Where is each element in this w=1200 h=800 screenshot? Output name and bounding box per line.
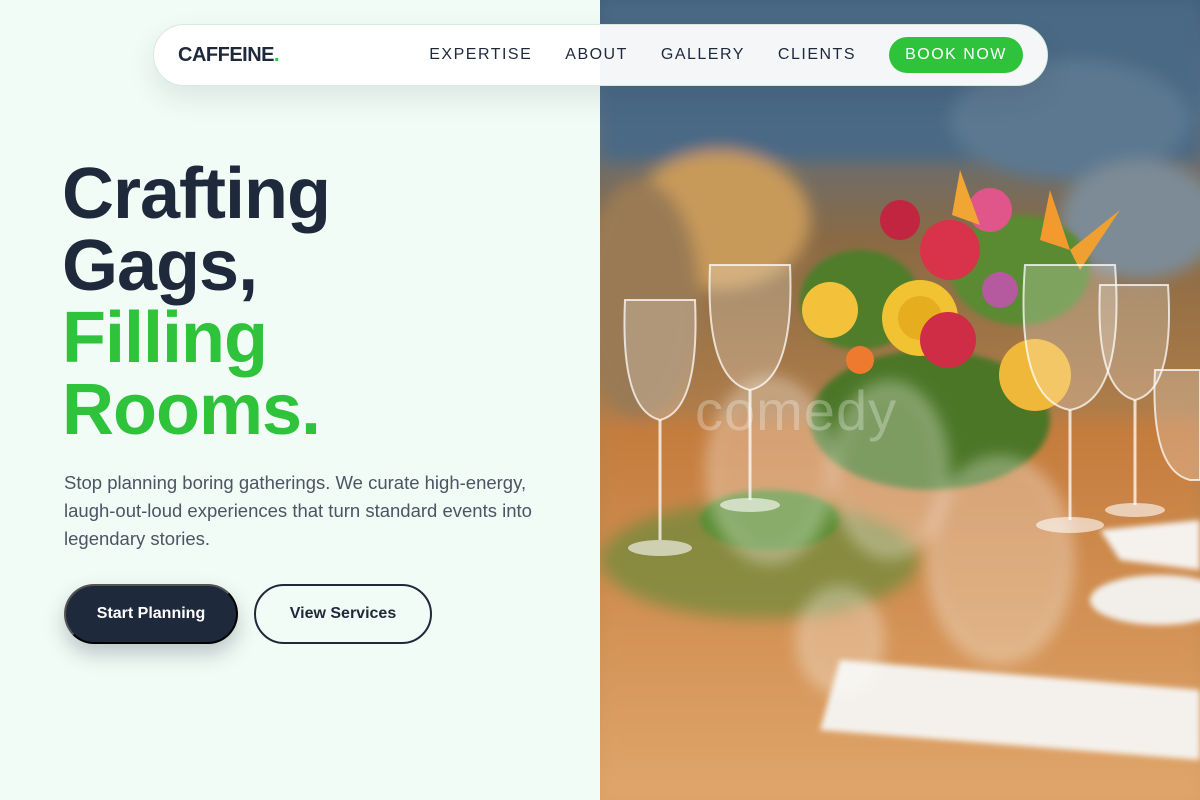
hero-image: comedy xyxy=(600,0,1200,800)
nav-link-about[interactable]: ABOUT xyxy=(565,46,628,64)
hero-headline: Crafting Gags, Filling Rooms. xyxy=(62,154,331,450)
nav-link-expertise[interactable]: EXPERTISE xyxy=(429,46,532,64)
start-planning-button[interactable]: Start Planning xyxy=(64,584,238,644)
table-flowers-illustration xyxy=(600,0,1200,800)
nav-link-gallery[interactable]: GALLERY xyxy=(661,46,745,64)
top-navbar: CAFFEINE. EXPERTISE ABOUT GALLERY CLIENT… xyxy=(153,24,1048,86)
brand-logo[interactable]: CAFFEINE. xyxy=(178,43,280,67)
logo-dot: . xyxy=(274,43,280,66)
headline-line-3: Filling xyxy=(62,298,268,378)
image-watermark: comedy xyxy=(695,379,898,442)
hero-subtitle: Stop planning boring gatherings. We cura… xyxy=(64,472,532,549)
logo-text: CAFFEINE xyxy=(178,43,275,66)
nav-link-clients[interactable]: CLIENTS xyxy=(778,46,856,64)
view-services-button[interactable]: View Services xyxy=(254,584,432,644)
headline-line-2: Gags, xyxy=(62,226,258,306)
headline-line-4: Rooms. xyxy=(62,370,321,450)
headline-line-1: Crafting xyxy=(62,154,331,234)
book-now-button[interactable]: BOOK NOW xyxy=(889,37,1023,73)
nav-links: EXPERTISE ABOUT GALLERY CLIENTS BOOK NOW xyxy=(429,37,1023,73)
